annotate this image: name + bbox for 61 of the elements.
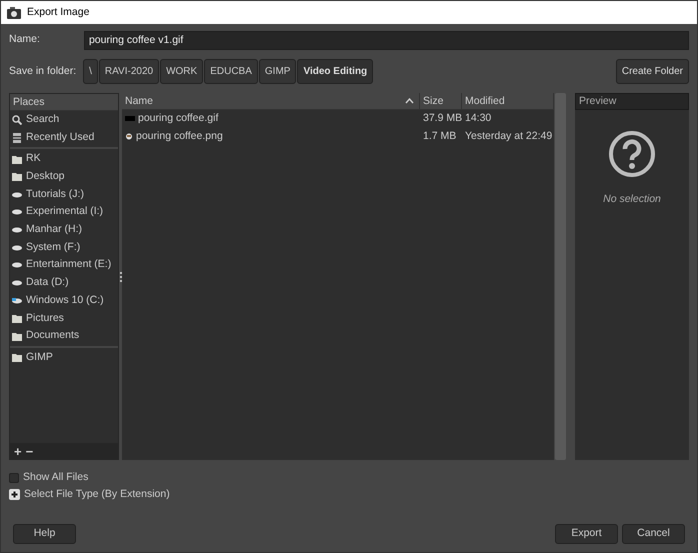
path-button[interactable]: Video Editing [297, 59, 374, 84]
place-item[interactable]: Entertainment (E:) [10, 256, 118, 274]
places-header: Places [10, 94, 118, 111]
column-header[interactable]: Size [420, 92, 462, 110]
window-title: Export Image [27, 4, 90, 20]
place-item[interactable]: Tutorials (J:) [10, 186, 118, 204]
name-label: Name: [9, 32, 40, 48]
place-item[interactable]: Experimental (I:) [10, 203, 118, 222]
place-item[interactable]: Desktop [10, 168, 118, 186]
place-item[interactable]: Documents [10, 327, 118, 345]
drive-icon [12, 280, 22, 286]
path-button[interactable]: GIMP [258, 59, 296, 84]
drive-icon [12, 192, 22, 198]
expand-icon[interactable] [9, 489, 20, 500]
export-button[interactable]: Export [555, 524, 618, 544]
file-size-cell-text: 1.7 MB [422, 128, 458, 144]
path-button[interactable]: WORK [160, 59, 204, 84]
path-button[interactable]: \ [83, 59, 98, 84]
search-icon [12, 114, 22, 125]
column-header[interactable]: Name [122, 92, 420, 110]
file-size-cell-text: 37.9 MB [422, 110, 462, 126]
help-button[interactable]: Help [13, 524, 76, 544]
drive-icon [12, 209, 22, 216]
file-name-cell[interactable]: pouring coffee.png [122, 128, 420, 144]
place-item[interactable]: Windows 10 (C:) [10, 292, 118, 310]
file-name-cell[interactable]: pouring coffee.gif [122, 110, 420, 127]
camera-icon [7, 6, 21, 18]
place-item[interactable]: System (F:) [10, 238, 118, 256]
path-button[interactable]: RAVI-2020 [98, 59, 160, 84]
drive-icon [12, 244, 22, 251]
question-icon [608, 130, 656, 178]
expander-label[interactable]: Select File Type (By Extension) [24, 486, 170, 502]
image-thumbnail-icon [125, 116, 135, 122]
cancel-button[interactable]: Cancel [622, 524, 685, 544]
create-folder-button[interactable]: Create Folder [616, 59, 689, 84]
file-modified-cell-text: 14:30 [464, 110, 492, 126]
place-item[interactable]: Manhar (H:) [10, 221, 118, 239]
place-item[interactable]: Recently Used [10, 128, 118, 146]
place-item[interactable]: RK [10, 150, 118, 168]
file-modified-cell-text: Yesterday at 22:49 [464, 128, 554, 144]
no-selection-text: No selection [603, 192, 661, 207]
place-item[interactable]: Search [10, 111, 118, 129]
document-stack-icon [12, 132, 22, 143]
folder-icon [12, 353, 22, 362]
drive-icon [12, 226, 22, 233]
scrollbar[interactable] [555, 93, 566, 460]
path-button[interactable]: EDUCBA [204, 59, 258, 84]
column-header[interactable]: Modified [462, 92, 554, 110]
save-in-label: Save in folder: [9, 64, 76, 79]
drive-icon [12, 298, 22, 304]
preview-header: Preview [575, 93, 689, 110]
add-button[interactable]: + [14, 444, 22, 458]
checkbox[interactable] [9, 472, 19, 482]
drive-icon [12, 262, 22, 268]
place-item[interactable]: Data (D:) [10, 274, 118, 292]
remove-button[interactable]: − [26, 444, 34, 458]
image-thumbnail-icon [125, 133, 133, 140]
checkbox-label[interactable]: Show All Files [23, 470, 88, 486]
place-item[interactable]: GIMP [10, 348, 118, 367]
place-item[interactable]: Pictures [10, 310, 118, 328]
name-field[interactable]: pouring coffee v1.gif [84, 30, 689, 50]
